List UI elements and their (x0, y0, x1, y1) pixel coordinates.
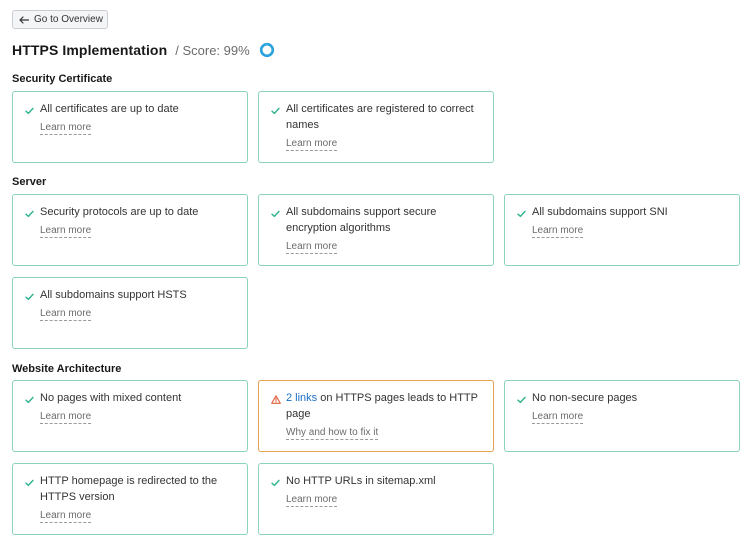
check-card-https-links-to-http: 2 links on HTTPS pages leads to HTTP pag… (258, 380, 494, 452)
check-icon (25, 288, 34, 348)
learn-more-link[interactable]: Learn more (40, 122, 92, 135)
check-icon (25, 102, 34, 162)
go-to-overview-label: Go to Overview (34, 14, 103, 25)
section-title-security-certificate: Security Certificate (12, 73, 113, 85)
learn-more-link[interactable]: Learn more (286, 494, 338, 507)
learn-more-link[interactable]: Learn more (286, 138, 338, 151)
learn-more-link[interactable]: Learn more (286, 241, 338, 254)
check-icon (271, 102, 280, 162)
check-card-certificates-correct-names: All certificates are registered to corre… (258, 91, 494, 163)
page-title: HTTPS Implementation (12, 42, 168, 58)
check-text: All subdomains support HSTS (40, 289, 187, 301)
check-card-non-secure-pages: No non-secure pages Learn more (504, 380, 740, 452)
check-icon (25, 391, 34, 451)
check-card-certificates-up-to-date: All certificates are up to date Learn mo… (12, 91, 248, 163)
check-card-hsts: All subdomains support HSTS Learn more (12, 277, 248, 349)
check-text: All certificates are up to date (40, 103, 179, 115)
check-icon (271, 205, 280, 265)
check-card-security-protocols: Security protocols are up to date Learn … (12, 194, 248, 266)
check-icon (517, 205, 526, 265)
why-and-how-to-fix-link[interactable]: Why and how to fix it (286, 427, 379, 440)
learn-more-link[interactable]: Learn more (40, 411, 92, 424)
score-label: / Score: 99% (175, 42, 250, 58)
check-text: All subdomains support SNI (532, 206, 668, 218)
check-card-mixed-content: No pages with mixed content Learn more (12, 380, 248, 452)
go-to-overview-button[interactable]: Go to Overview (12, 10, 108, 29)
check-text: HTTP homepage is redirected to the HTTPS… (40, 475, 218, 503)
warning-icon (271, 391, 281, 451)
check-icon (517, 391, 526, 451)
check-text: Security protocols are up to date (40, 206, 199, 218)
learn-more-link[interactable]: Learn more (40, 225, 92, 238)
check-text: No non-secure pages (532, 392, 638, 404)
check-text: No HTTP URLs in sitemap.xml (286, 475, 436, 487)
check-card-sni: All subdomains support SNI Learn more (504, 194, 740, 266)
learn-more-link[interactable]: Learn more (40, 510, 92, 523)
check-card-homepage-redirect: HTTP homepage is redirected to the HTTPS… (12, 463, 248, 535)
check-icon (271, 474, 280, 534)
check-card-sitemap-http-urls: No HTTP URLs in sitemap.xml Learn more (258, 463, 494, 535)
arrow-left-icon (19, 15, 29, 24)
learn-more-link[interactable]: Learn more (532, 225, 584, 238)
check-icon (25, 474, 34, 534)
section-title-website-architecture: Website Architecture (12, 363, 122, 375)
learn-more-link[interactable]: Learn more (40, 308, 92, 321)
check-icon (25, 205, 34, 265)
check-text: All certificates are registered to corre… (286, 103, 474, 131)
check-text: No pages with mixed content (40, 392, 182, 404)
check-text: All subdomains support secure encryption… (286, 206, 437, 234)
section-title-server: Server (12, 176, 47, 188)
score-ring-icon (259, 42, 274, 58)
page-header: HTTPS Implementation / Score: 99% (12, 40, 275, 60)
learn-more-link[interactable]: Learn more (532, 411, 584, 424)
links-count-link[interactable]: 2 links (286, 392, 317, 404)
check-text: 2 links on HTTPS pages leads to HTTP pag… (286, 390, 483, 422)
check-card-encryption-algorithms: All subdomains support secure encryption… (258, 194, 494, 266)
